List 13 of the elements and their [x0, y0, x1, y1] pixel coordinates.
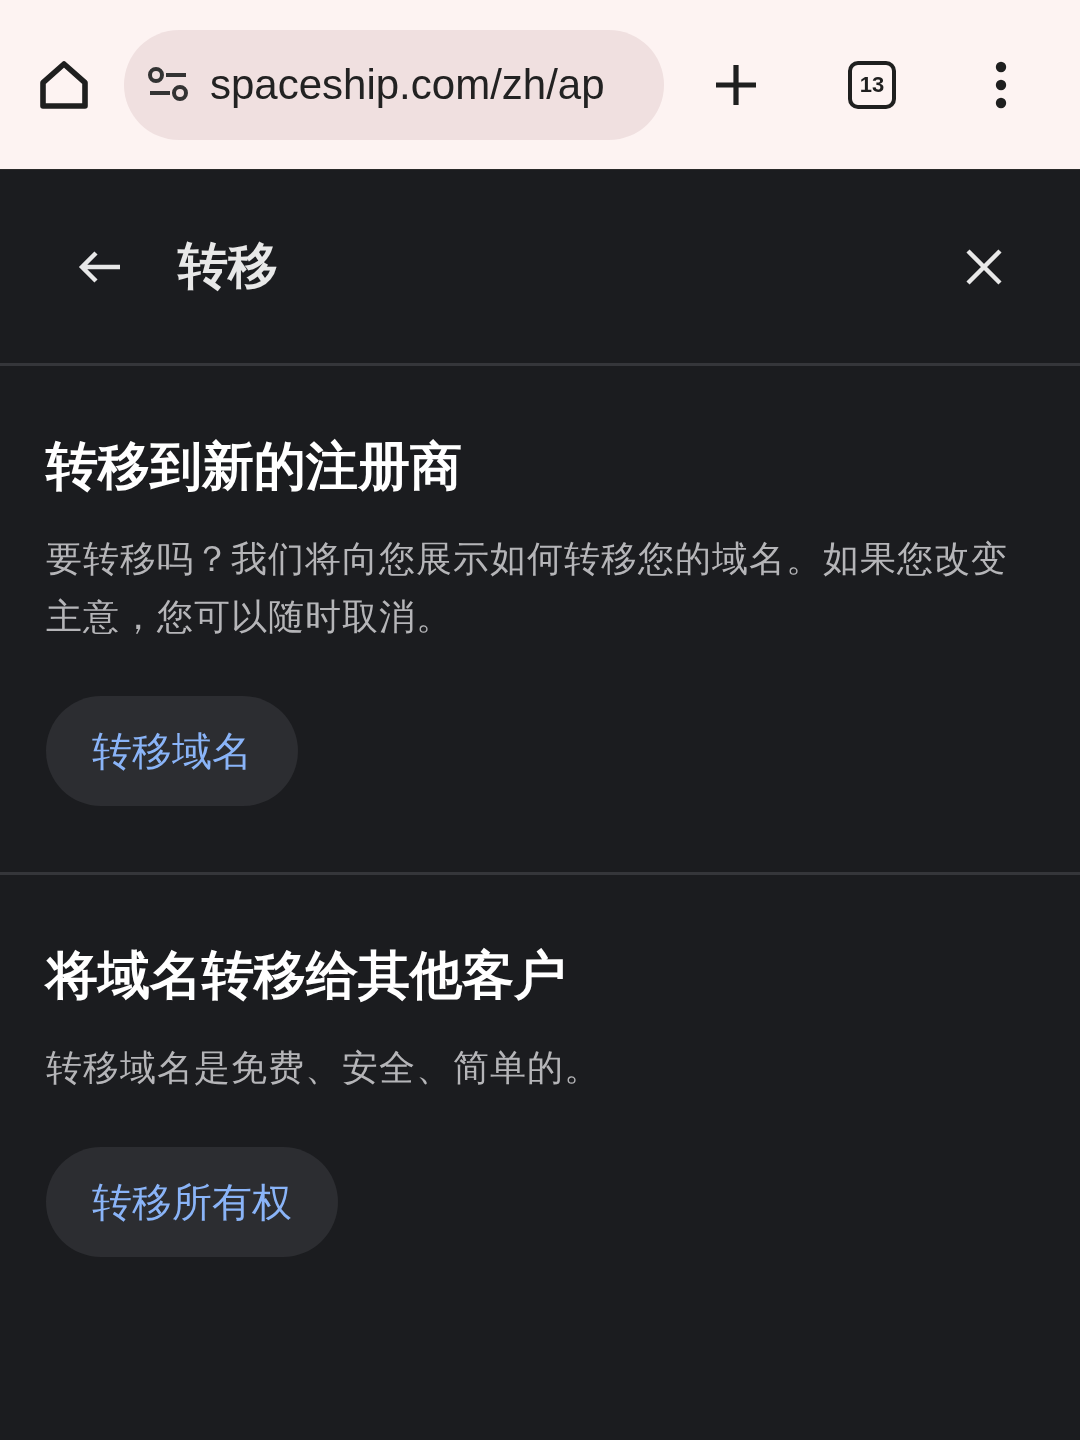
section-title: 将域名转移给其他客户: [46, 944, 567, 1007]
section-title: 转移到新的注册商: [46, 435, 463, 498]
tab-count[interactable]: 13: [848, 60, 896, 109]
close-icon[interactable]: [966, 248, 1002, 285]
menu-icon[interactable]: [994, 60, 1008, 109]
action-button[interactable]: 转移所有权: [46, 1147, 338, 1257]
url-text: spaceship.com/zh/ap: [210, 60, 605, 109]
section-description: 转移域名是免费、安全、简单的。: [46, 1046, 602, 1090]
back-icon[interactable]: [78, 248, 122, 285]
section-description: 要转移吗？我们将向您展示如何转移您的域名。如果您改变主意，您可以随时取消。: [46, 537, 1009, 639]
address-bar[interactable]: spaceship.com/zh/ap: [124, 29, 664, 140]
page-title: 转移: [178, 236, 279, 297]
action-button[interactable]: 转移域名: [46, 696, 298, 806]
